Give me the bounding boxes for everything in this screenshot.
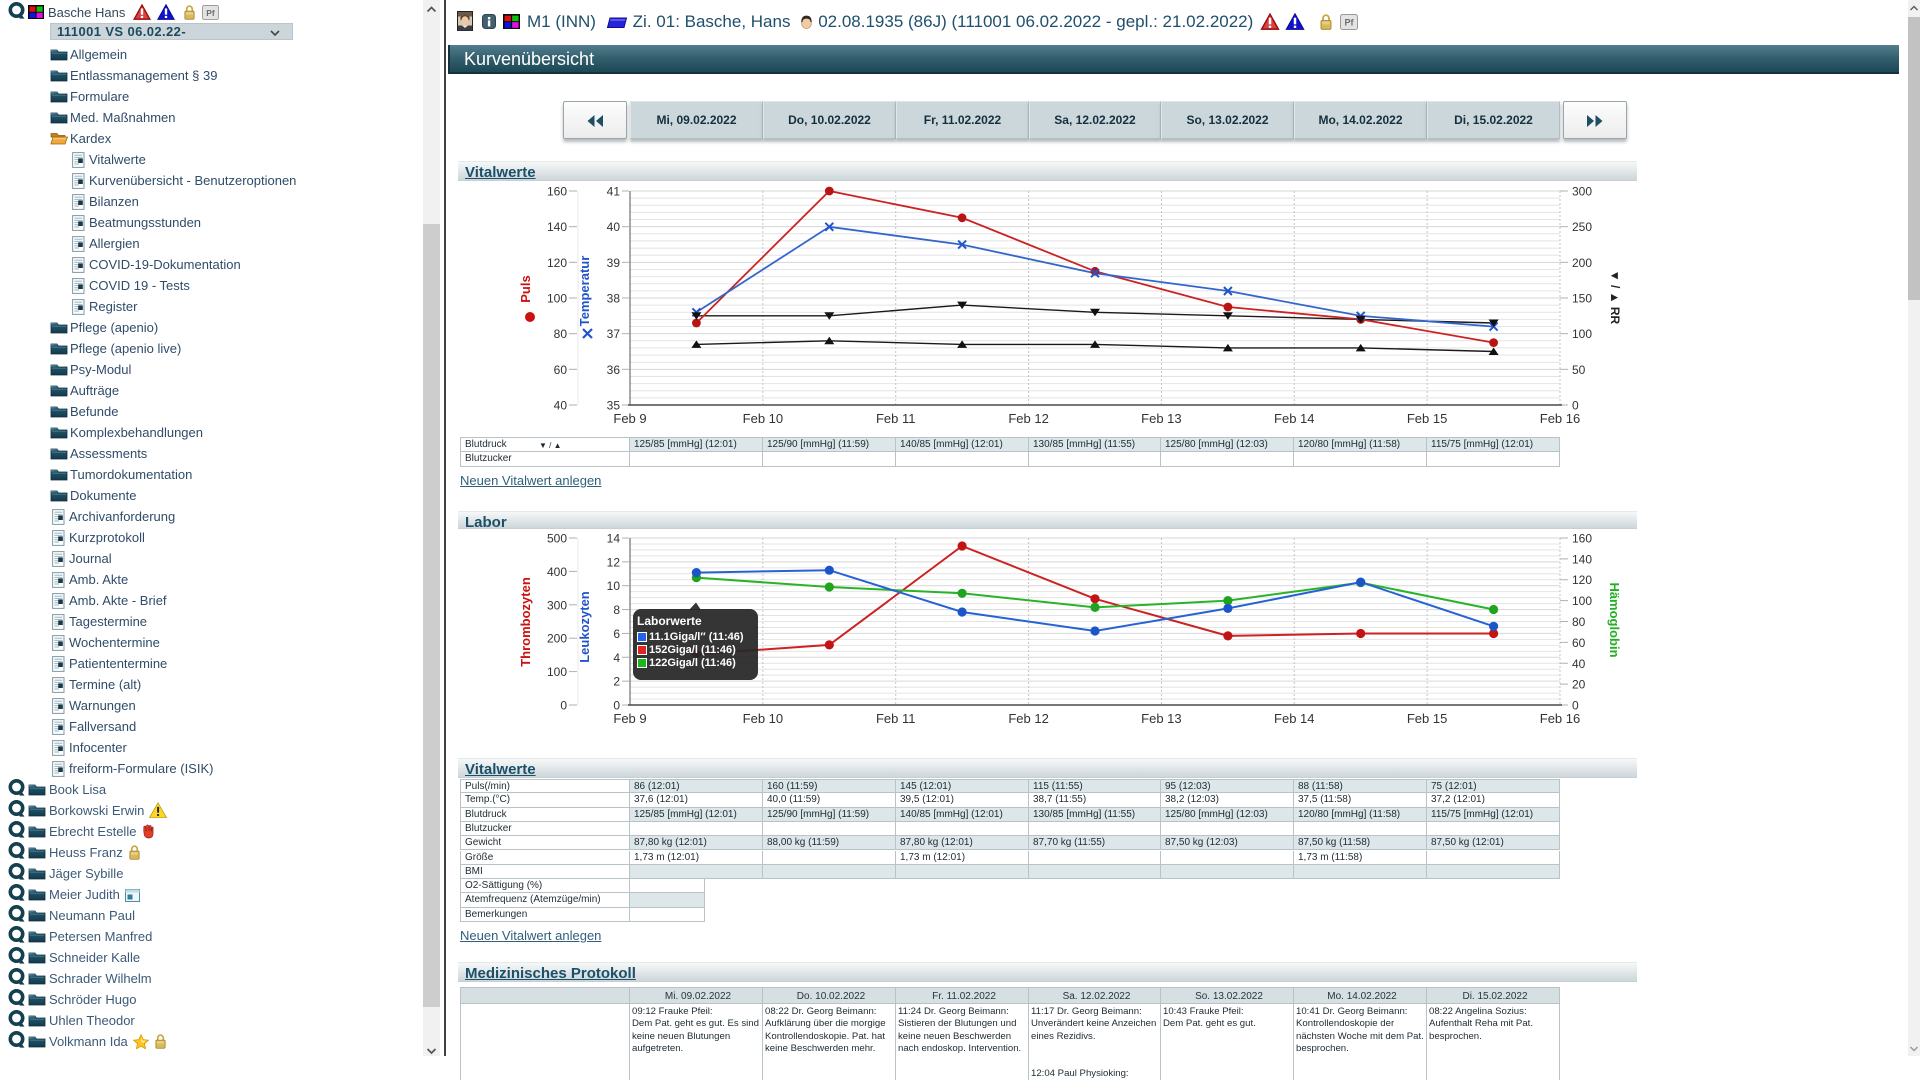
svg-text:60: 60	[554, 363, 568, 377]
svg-text:4: 4	[613, 651, 620, 665]
svg-text:Feb 12: Feb 12	[1008, 711, 1048, 726]
svg-text:Feb 16: Feb 16	[1540, 411, 1580, 426]
svg-text:40: 40	[607, 220, 621, 234]
svg-text:400: 400	[547, 565, 567, 579]
svg-text:Feb 13: Feb 13	[1141, 411, 1181, 426]
svg-text:160: 160	[1572, 532, 1592, 546]
svg-text:0: 0	[613, 699, 620, 713]
svg-text:300: 300	[547, 598, 567, 612]
svg-text:2: 2	[613, 675, 620, 689]
svg-text:41: 41	[607, 185, 621, 199]
svg-text:Thrombozyten: Thrombozyten	[518, 577, 533, 667]
svg-text:200: 200	[1572, 256, 1592, 270]
svg-text:100: 100	[547, 665, 567, 679]
svg-text:20: 20	[1572, 678, 1586, 692]
svg-text:Feb 9: Feb 9	[613, 711, 646, 726]
svg-text:0: 0	[1572, 699, 1579, 713]
svg-text:150: 150	[1572, 292, 1592, 306]
svg-text:Puls: Puls	[518, 275, 533, 302]
svg-text:300: 300	[1572, 185, 1592, 199]
svg-text:0: 0	[1572, 399, 1579, 413]
svg-text:Feb 10: Feb 10	[743, 711, 783, 726]
svg-text:160: 160	[547, 185, 567, 199]
svg-text:Feb 11: Feb 11	[876, 411, 916, 426]
svg-text:39: 39	[607, 256, 621, 270]
svg-text:60: 60	[1572, 636, 1586, 650]
svg-text:Feb 14: Feb 14	[1274, 411, 1314, 426]
svg-text:Feb 12: Feb 12	[1008, 411, 1048, 426]
svg-text:140: 140	[547, 220, 567, 234]
svg-text:Temperatur: Temperatur	[577, 256, 592, 327]
svg-text:▼ / ▲ RR: ▼ / ▲ RR	[1608, 270, 1622, 325]
svg-text:250: 250	[1572, 220, 1592, 234]
svg-text:Feb 10: Feb 10	[743, 411, 783, 426]
svg-text:500: 500	[547, 532, 567, 546]
svg-text:50: 50	[1572, 363, 1586, 377]
svg-text:36: 36	[607, 363, 621, 377]
svg-text:10: 10	[607, 579, 621, 593]
svg-text:6: 6	[613, 627, 620, 641]
svg-text:Feb 13: Feb 13	[1141, 711, 1181, 726]
svg-text:8: 8	[613, 603, 620, 617]
svg-text:120: 120	[547, 256, 567, 270]
svg-text:Feb 9: Feb 9	[613, 411, 646, 426]
svg-text:0: 0	[560, 699, 567, 713]
svg-text:140: 140	[1572, 552, 1592, 566]
svg-text:Feb 16: Feb 16	[1540, 711, 1580, 726]
svg-text:200: 200	[547, 632, 567, 646]
svg-text:100: 100	[1572, 594, 1592, 608]
svg-text:120: 120	[1572, 573, 1592, 587]
svg-text:Feb 15: Feb 15	[1407, 711, 1447, 726]
svg-text:100: 100	[1572, 327, 1592, 341]
svg-text:Hämoglobin: Hämoglobin	[1607, 582, 1622, 657]
svg-text:100: 100	[547, 292, 567, 306]
svg-text:Feb 15: Feb 15	[1407, 411, 1447, 426]
svg-text:40: 40	[554, 399, 568, 413]
svg-text:35: 35	[607, 399, 621, 413]
svg-text:37: 37	[607, 327, 621, 341]
svg-text:80: 80	[1572, 615, 1586, 629]
svg-text:38: 38	[607, 292, 621, 306]
svg-text:80: 80	[554, 327, 568, 341]
svg-text:Leukozyten: Leukozyten	[577, 591, 592, 663]
svg-text:14: 14	[607, 532, 621, 546]
svg-text:12: 12	[607, 555, 621, 569]
svg-text:Feb 11: Feb 11	[876, 711, 916, 726]
svg-text:40: 40	[1572, 657, 1586, 671]
svg-text:Feb 14: Feb 14	[1274, 711, 1314, 726]
